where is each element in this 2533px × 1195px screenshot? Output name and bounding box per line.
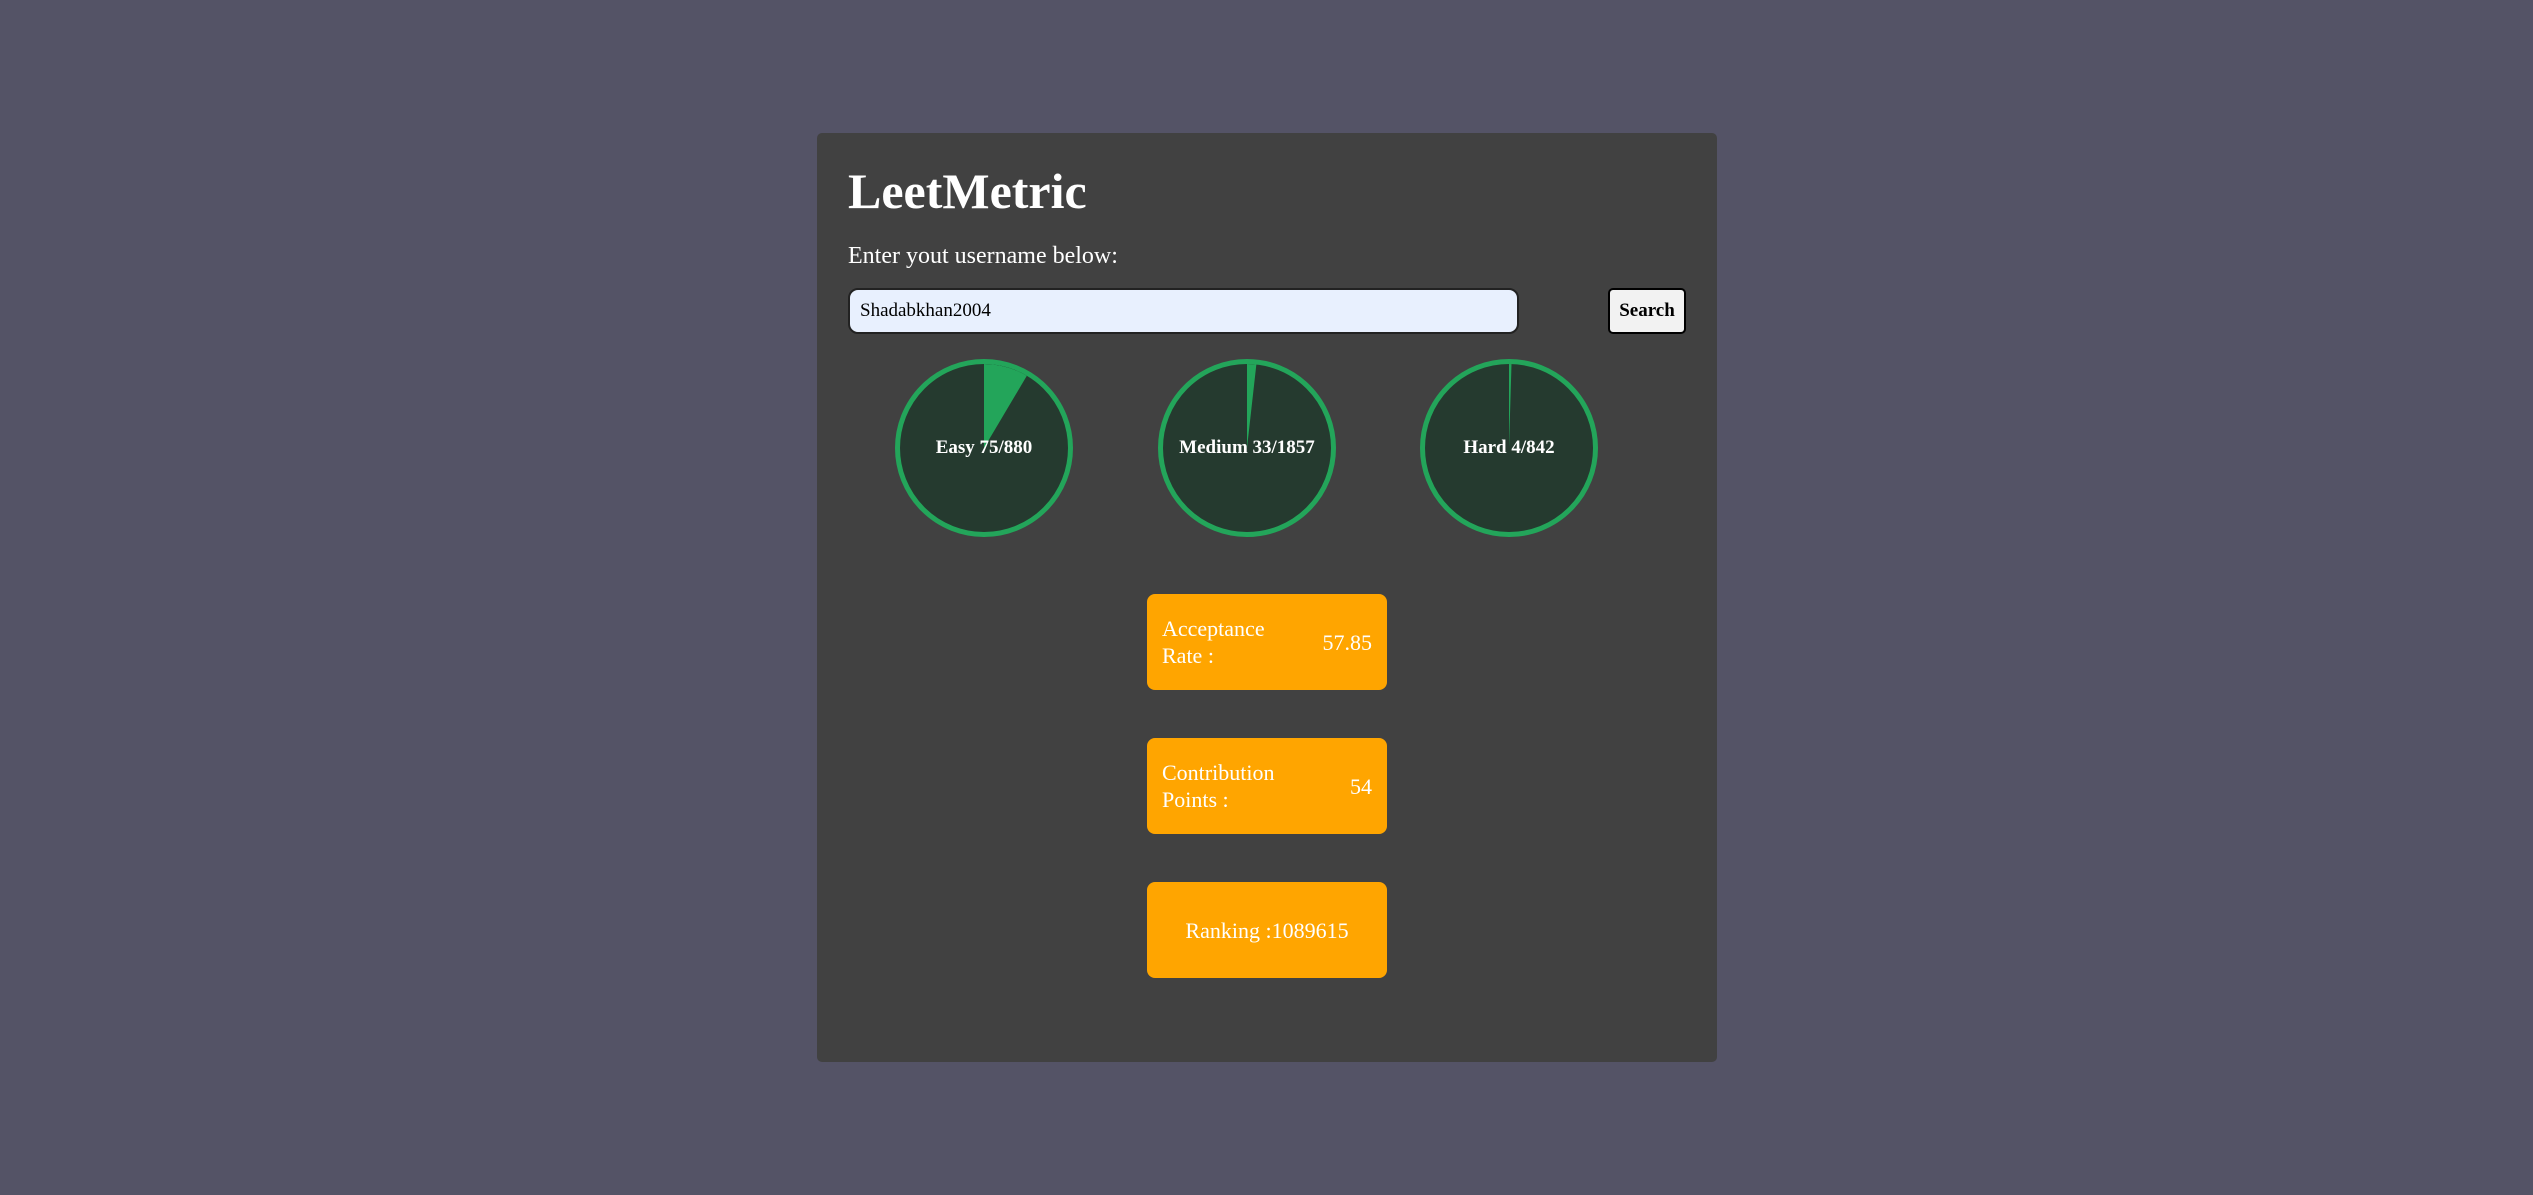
medium-progress-label: Medium 33/1857 [1179,437,1315,458]
username-prompt: Enter yout username below: [848,243,1118,269]
medium-progress-circle: Medium 33/1857 [1158,359,1336,537]
easy-progress-label: Easy 75/880 [935,437,1033,458]
app-title: LeetMetric [848,163,1087,219]
contribution-points-card: Contribution Points : 54 [1147,738,1387,834]
acceptance-rate-value: 57.85 [1322,629,1373,655]
easy-progress-circle: Easy 75/880 [895,359,1073,537]
acceptance-rate-card: Acceptance Rate : 57.85 [1147,594,1387,690]
ranking-card: Ranking :1089615 [1147,882,1387,978]
ranking-text: Ranking :1089615 [1185,917,1349,943]
contribution-points-label: Contribution Points : [1162,760,1275,812]
search-button[interactable]: Search [1608,288,1686,334]
contribution-points-value: 54 [1350,773,1372,799]
hard-progress-circle: Hard 4/842 [1420,359,1598,537]
hard-progress-label: Hard 4/842 [1463,437,1555,458]
username-input[interactable] [848,288,1519,334]
stats-card: LeetMetric Enter yout username below: Se… [817,133,1717,1062]
acceptance-rate-label: Acceptance Rate : [1162,616,1265,668]
